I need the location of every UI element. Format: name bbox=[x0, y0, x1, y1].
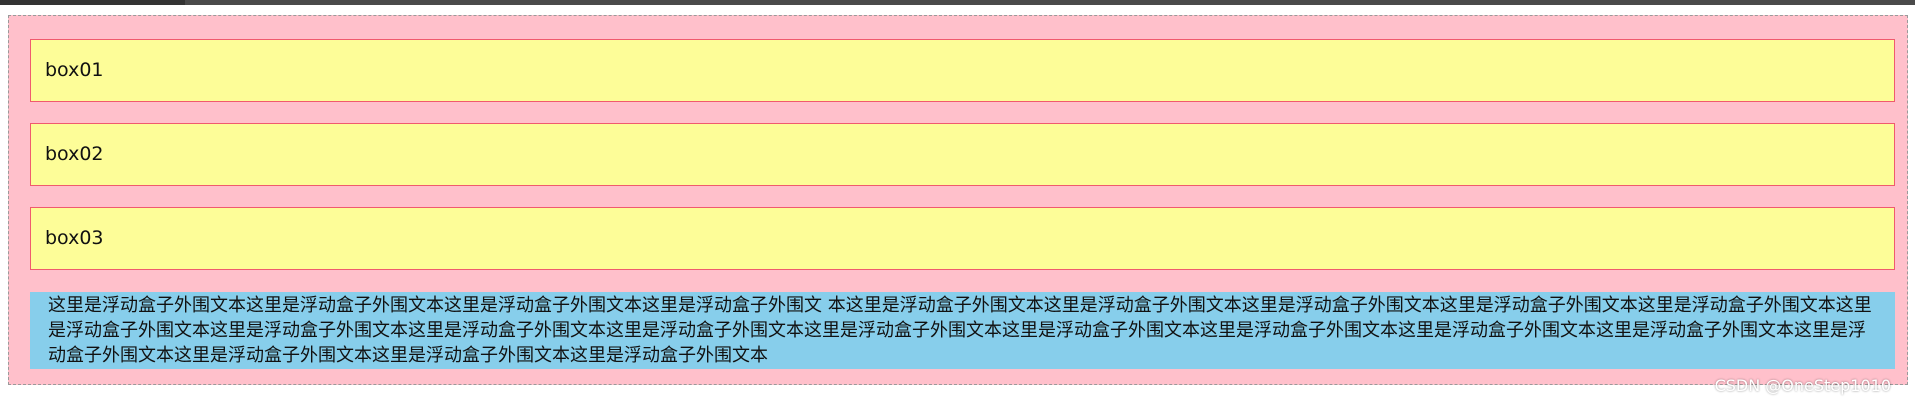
box-03-label: box03 bbox=[45, 227, 104, 249]
box-01-label: box01 bbox=[45, 59, 104, 81]
box-02-label: box02 bbox=[45, 143, 104, 165]
float-surrounding-text: 这里是浮动盒子外围文本这里是浮动盒子外围文本这里是浮动盒子外围文本这里是浮动盒子… bbox=[30, 292, 1895, 369]
outer-container: box01 box02 box03 这里是浮动盒子外围文本这里是浮动盒子外围文本… bbox=[8, 15, 1908, 385]
top-strip bbox=[0, 0, 1915, 5]
box-03: box03 bbox=[30, 207, 1895, 270]
box-02: box02 bbox=[30, 123, 1895, 186]
csdn-watermark: CSDN @OneStep1010 bbox=[1714, 376, 1891, 395]
top-strip-segment bbox=[185, 0, 1915, 5]
box-01: box01 bbox=[30, 39, 1895, 102]
